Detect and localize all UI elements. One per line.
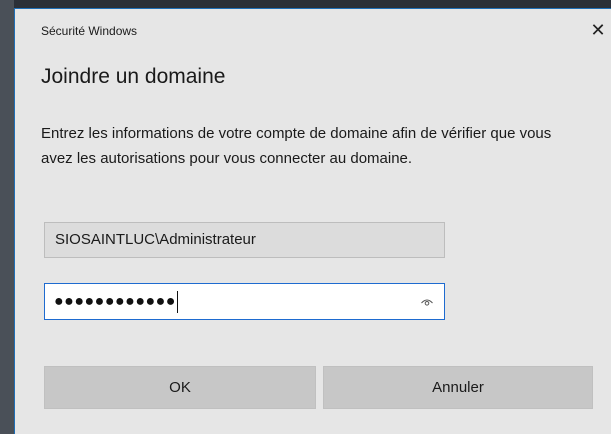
- cancel-button[interactable]: Annuler: [323, 366, 593, 409]
- windows-security-dialog: Sécurité Windows ✕ Joindre un domaine En…: [14, 8, 611, 434]
- close-button[interactable]: ✕: [585, 17, 611, 43]
- background-window-edge: [0, 0, 14, 434]
- window-title: Sécurité Windows: [41, 24, 138, 38]
- close-icon: ✕: [590, 19, 606, 40]
- text-caret: [176, 291, 178, 313]
- dialog-heading: Joindre un domaine: [41, 65, 226, 88]
- password-mask: ●●●●●●●●●●●●: [54, 293, 176, 311]
- ok-button-label: OK: [169, 379, 191, 396]
- dialog-description: Entrez les informations de votre compte …: [41, 125, 552, 167]
- eye-icon[interactable]: [420, 295, 434, 309]
- background-taskbar-strip: [0, 0, 611, 8]
- password-value: ●●●●●●●●●●●●: [54, 291, 178, 313]
- cancel-button-label: Annuler: [432, 379, 484, 396]
- password-field[interactable]: ●●●●●●●●●●●●: [44, 283, 445, 320]
- ok-button[interactable]: OK: [44, 366, 316, 409]
- title-bar: Sécurité Windows ✕: [15, 9, 611, 53]
- username-value: SIOSAINTLUC\Administrateur: [55, 231, 256, 248]
- username-field[interactable]: SIOSAINTLUC\Administrateur: [44, 222, 445, 258]
